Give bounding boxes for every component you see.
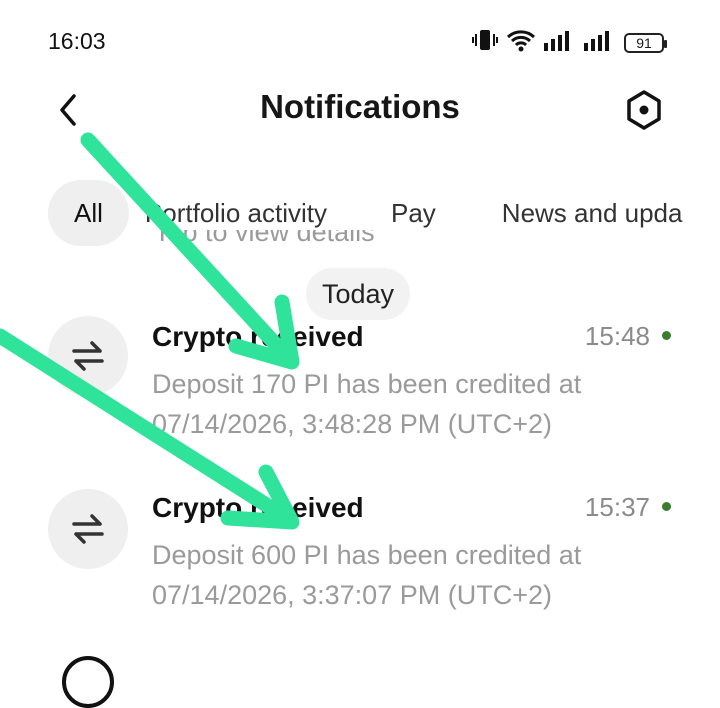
transfer-icon: [72, 341, 104, 371]
notification-item[interactable]: Crypto received 15:37 Deposit 600 PI has…: [0, 487, 720, 647]
battery-icon: 91: [624, 32, 667, 53]
previous-item-cutoff: Tap to view details: [154, 230, 375, 247]
notification-time: 15:37: [584, 492, 650, 522]
notification-title: Crypto received: [152, 492, 364, 523]
notification-title: Crypto received: [152, 321, 364, 352]
transfer-icon: [72, 514, 104, 544]
section-label-today: Today: [306, 268, 411, 320]
tab-all[interactable]: All: [48, 180, 129, 246]
notification-avatar: [48, 489, 128, 569]
notification-time: 15:48: [584, 321, 650, 351]
settings-icon: [627, 90, 661, 130]
battery-level: 91: [636, 34, 652, 51]
wifi-icon: [506, 28, 536, 57]
page-title: Notifications: [260, 88, 460, 125]
vibrate-icon: [472, 28, 498, 57]
signal-icon: [544, 29, 576, 56]
notification-avatar: [48, 316, 128, 396]
status-icons: 91: [472, 28, 667, 57]
signal-icon: [584, 29, 616, 56]
notification-item[interactable]: Crypto received 15:48 Deposit 170 PI has…: [0, 316, 720, 476]
notification-description: Deposit 600 PI has been credited at 07/1…: [152, 540, 582, 610]
unread-dot: [662, 502, 671, 511]
settings-button[interactable]: [620, 86, 668, 134]
unread-dot: [662, 331, 671, 340]
status-time: 16:03: [48, 28, 106, 54]
notification-description: Deposit 170 PI has been credited at 07/1…: [152, 369, 582, 439]
